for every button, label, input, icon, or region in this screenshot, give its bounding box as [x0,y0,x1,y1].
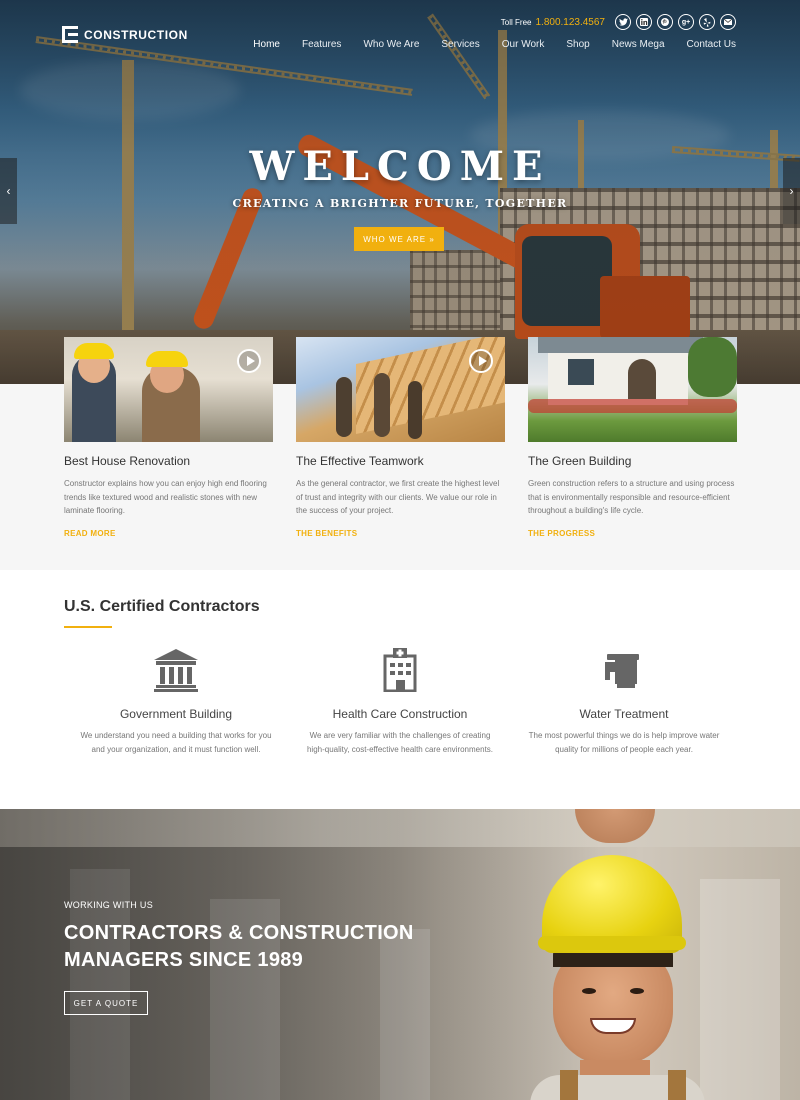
get-a-quote-button[interactable]: GET A QUOTE [64,991,148,1015]
google-plus-icon[interactable]: g+ [678,14,694,30]
nav-who-we-are[interactable]: Who We Are [363,39,419,51]
service-health-care: Health Care Construction We are very fam… [300,648,500,756]
hard-hat [74,343,114,359]
play-video-icon[interactable] [237,349,261,373]
card-title: Best House Renovation [64,454,191,468]
flower-bed [528,399,737,413]
benefits-link[interactable]: THE BENEFITS [296,529,357,538]
logo-icon [62,26,78,43]
worker-strap [668,1070,686,1100]
yelp-icon[interactable] [699,14,715,30]
worker-eye [582,988,596,994]
twitter-icon[interactable] [615,14,631,30]
worker-figure [374,373,390,437]
water-tap-icon [601,648,647,692]
green-building-image[interactable] [528,337,737,442]
teamwork-image[interactable] [296,337,505,442]
service-government: Government Building We understand you ne… [76,648,276,756]
progress-link[interactable]: THE PROGRESS [528,529,595,538]
banner-heading: CONTRACTORS & CONSTRUCTION MANAGERS SINC… [64,922,414,971]
card-title: The Green Building [528,454,632,468]
feature-card-renovation: Best House Renovation Constructor explai… [64,337,273,538]
worker-figure [336,377,352,437]
play-video-icon[interactable] [469,349,493,373]
nav-contact-us[interactable]: Contact Us [687,39,736,51]
read-more-link[interactable]: READ MORE [64,529,116,538]
main-nav: Home Features Who We Are Services Our Wo… [253,39,736,51]
service-water-treatment: Water Treatment The most powerful things… [524,648,724,756]
nav-shop[interactable]: Shop [566,39,589,51]
house-door [628,359,656,399]
site-logo[interactable]: CONSTRUCTION [62,26,188,43]
title-underline [64,626,112,628]
email-icon[interactable] [720,14,736,30]
service-text: We are very familiar with the challenges… [306,731,494,754]
worker-strap [560,1070,578,1100]
pinterest-icon[interactable] [657,14,673,30]
service-title: Water Treatment [579,707,669,721]
service-text: We understand you need a building that w… [80,731,272,754]
card-text: Constructor explains how you can enjoy h… [64,479,267,515]
card-text: As the general contractor, we first crea… [296,479,500,515]
linkedin-icon[interactable] [636,14,652,30]
feature-card-teamwork: The Effective Teamwork As the general co… [296,337,505,538]
house-roof [538,337,703,353]
hard-hat-brim [538,936,686,950]
nav-news-mega[interactable]: News Mega [612,39,665,51]
worker-figure [408,381,422,439]
card-title: The Effective Teamwork [296,454,424,468]
nav-home[interactable]: Home [253,39,280,51]
service-title: Government Building [119,707,233,721]
hard-hat [146,351,188,367]
government-building-icon [153,648,199,692]
feature-card-green-building: The Green Building Green construction re… [528,337,737,538]
toll-free-label: Toll Free [500,17,532,27]
hero-subtitle: CREATING A BRIGHTER FUTURE, TOGETHER [232,197,568,210]
service-text: The most powerful things we do is help i… [528,731,720,754]
hero-title: WELCOME [249,143,551,190]
card-text: Green construction refers to a structure… [528,479,735,515]
hospital-icon [377,648,423,693]
logo-text: CONSTRUCTION [84,27,188,42]
hero-slider: CONSTRUCTION Toll Free 1.800.123.4567 g+ [0,0,800,384]
banner-eyebrow: WORKING WITH US [64,900,153,910]
tree [688,337,737,397]
social-links: g+ [615,14,736,30]
nav-features[interactable]: Features [302,39,341,51]
worker-eye [630,988,644,994]
who-we-are-button[interactable]: WHO WE ARE » [354,227,444,251]
nav-our-work[interactable]: Our Work [502,39,545,51]
renovation-image[interactable] [64,337,273,442]
section-title: U.S. Certified Contractors [64,598,260,615]
house-window [568,359,594,385]
service-title: Health Care Construction [332,707,468,721]
nav-services[interactable]: Services [441,39,479,51]
top-bar: Toll Free 1.800.123.4567 g+ [501,14,736,30]
toll-free-number[interactable]: 1.800.123.4567 [535,17,605,28]
hero-overlay [0,0,800,384]
